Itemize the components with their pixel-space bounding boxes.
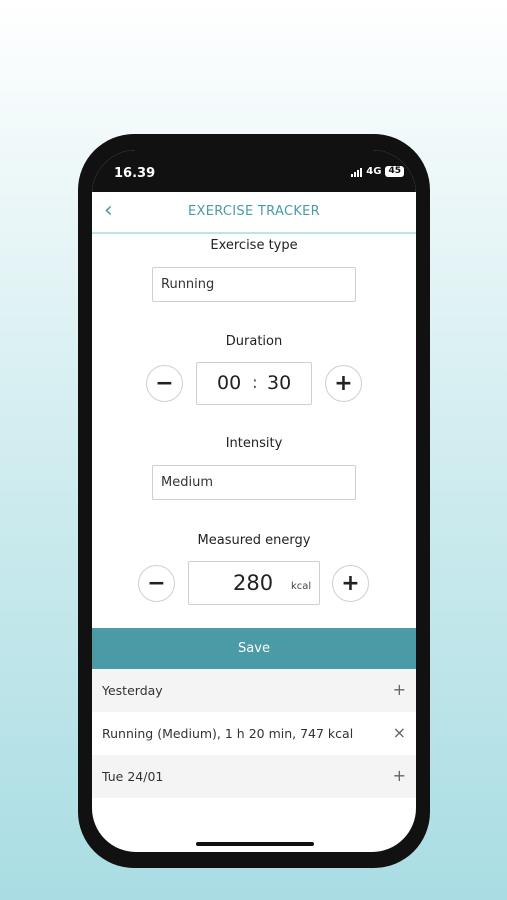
app-header: ‹ EXERCISE TRACKER bbox=[92, 192, 416, 234]
exercise-type-select[interactable]: Running bbox=[152, 267, 356, 302]
energy-decrease-button[interactable]: − bbox=[138, 565, 175, 602]
history-day-row[interactable]: Yesterday + bbox=[92, 669, 416, 712]
energy-increase-button[interactable]: + bbox=[332, 565, 369, 602]
duration-separator: : bbox=[252, 373, 258, 393]
exercise-type-label: Exercise type bbox=[210, 238, 298, 253]
page-title: EXERCISE TRACKER bbox=[188, 204, 320, 219]
duration-hours: 00 bbox=[217, 372, 242, 394]
home-indicator bbox=[196, 842, 314, 846]
history-day-label: Yesterday bbox=[102, 683, 163, 698]
history-day-row[interactable]: Tue 24/01 + bbox=[92, 755, 416, 798]
history-day-label: Tue 24/01 bbox=[102, 769, 164, 784]
energy-value: 280 bbox=[233, 571, 274, 595]
intensity-label: Intensity bbox=[225, 436, 283, 451]
save-button[interactable]: Save bbox=[92, 628, 416, 669]
duration-label: Duration bbox=[225, 334, 283, 349]
app-screen: 16.39 4G 45 ‹ EXERCISE TRACKER Exercise … bbox=[92, 150, 416, 852]
history-entry-row: Running (Medium), 1 h 20 min, 747 kcal × bbox=[92, 712, 416, 755]
battery-icon: 45 bbox=[385, 166, 404, 177]
duration-minutes: 30 bbox=[267, 372, 292, 394]
duration-increase-button[interactable]: + bbox=[325, 365, 362, 402]
signal-icon bbox=[351, 167, 363, 177]
status-indicators: 4G 45 bbox=[351, 166, 404, 177]
delete-entry-close-icon[interactable]: × bbox=[393, 723, 406, 742]
add-entry-plus-icon[interactable]: + bbox=[393, 766, 406, 785]
energy-label: Measured energy bbox=[197, 533, 311, 548]
status-time: 16.39 bbox=[114, 166, 156, 181]
history-entry-text: Running (Medium), 1 h 20 min, 747 kcal bbox=[102, 726, 354, 741]
status-bar: 16.39 4G 45 bbox=[92, 150, 416, 192]
intensity-select[interactable]: Medium bbox=[152, 465, 356, 500]
network-type: 4G bbox=[366, 166, 382, 177]
duration-display[interactable]: 00 : 30 bbox=[196, 362, 312, 405]
energy-unit: kcal bbox=[291, 581, 312, 592]
duration-decrease-button[interactable]: − bbox=[146, 365, 183, 402]
add-entry-plus-icon[interactable]: + bbox=[393, 680, 406, 699]
energy-input[interactable]: 280 kcal bbox=[188, 561, 320, 605]
